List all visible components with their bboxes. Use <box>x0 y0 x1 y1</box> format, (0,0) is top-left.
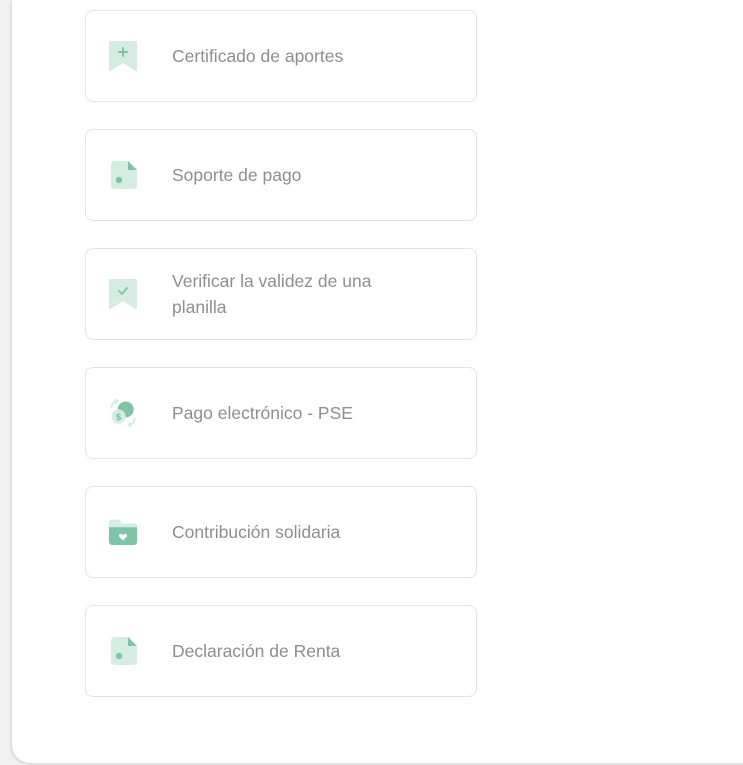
menu-item-verificar-planilla[interactable]: Verificar la validez de una planilla <box>85 248 477 340</box>
menu-item-label: Pago electrónico - PSE <box>172 403 353 423</box>
document-icon <box>107 159 139 191</box>
menu-item-declaracion-renta[interactable]: Declaración de Renta <box>85 605 477 697</box>
services-panel: Certificado de aportes Soporte de pago V… <box>12 0 743 763</box>
folder-heart-icon <box>107 516 139 548</box>
bookmark-plus-icon <box>107 40 139 72</box>
menu-item-certificado-aportes[interactable]: Certificado de aportes <box>85 10 477 102</box>
money-exchange-icon: $ <box>107 397 139 429</box>
menu-item-soporte-pago[interactable]: Soporte de pago <box>85 129 477 221</box>
menu-item-label: Verificar la validez de una planilla <box>172 271 372 317</box>
services-menu: Certificado de aportes Soporte de pago V… <box>85 10 477 724</box>
menu-item-label: Declaración de Renta <box>172 641 341 661</box>
bookmark-check-icon <box>107 278 139 310</box>
menu-item-label: Soporte de pago <box>172 165 302 185</box>
menu-item-contribucion-solidaria[interactable]: Contribución solidaria <box>85 486 477 578</box>
menu-item-label: Certificado de aportes <box>172 46 344 66</box>
menu-item-label: Contribución solidaria <box>172 522 341 542</box>
svg-text:$: $ <box>115 413 121 423</box>
document-icon <box>107 635 139 667</box>
menu-item-pago-pse[interactable]: $ Pago electrónico - PSE <box>85 367 477 459</box>
